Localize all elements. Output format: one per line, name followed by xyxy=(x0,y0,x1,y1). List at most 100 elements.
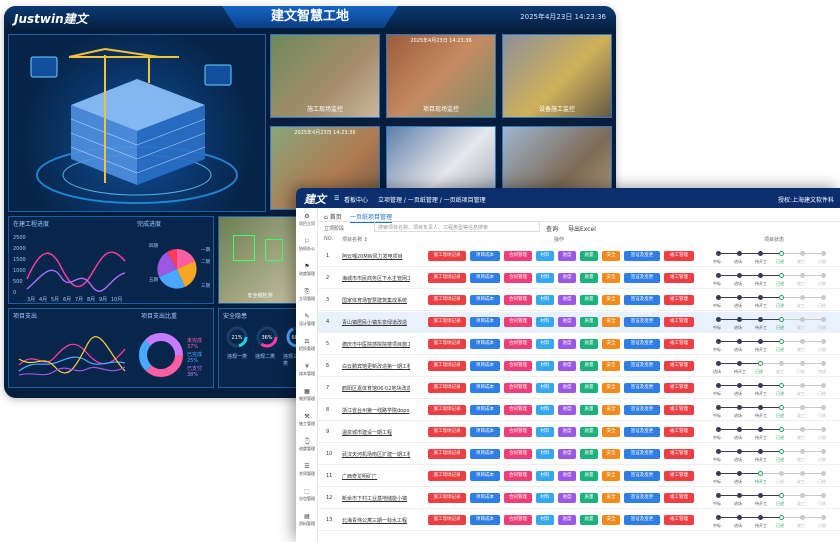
row-action-button[interactable]: 合同管理 xyxy=(504,361,532,371)
row-action-button[interactable]: 材料 xyxy=(536,427,554,437)
row-action-button[interactable]: 质量 xyxy=(580,405,598,415)
table-row[interactable]: 13 北海青伟公寓三期一标水工程 施工现场记录 项目成本 合同管理 材料 进度 质量 安全 签证及… xyxy=(318,510,840,531)
project-name-link[interactable]: 武汉天河机场南区扩建一期工程 xyxy=(342,451,410,458)
row-action-button[interactable]: 项目成本 xyxy=(470,383,500,393)
project-name-link[interactable]: 青山镇居民小镇东泉绿道改造 xyxy=(342,319,410,326)
project-name-link[interactable]: 北海青伟公寓三期一标水工程 xyxy=(342,517,410,524)
sidebar-item[interactable]: ⬚ 分包管理 xyxy=(296,489,318,502)
row-action-button[interactable]: 材料 xyxy=(536,493,554,503)
row-action-button[interactable]: 项目成本 xyxy=(470,493,500,503)
row-action-button[interactable]: 签证及变更 xyxy=(624,449,660,459)
row-action-button[interactable]: 材料 xyxy=(536,515,554,525)
row-action-button[interactable]: 签证及变更 xyxy=(624,317,660,327)
row-action-button[interactable]: 竣工管理 xyxy=(664,295,694,305)
row-action-button[interactable]: 质量 xyxy=(580,493,598,503)
row-action-button[interactable]: 签证及变更 xyxy=(624,295,660,305)
col-name[interactable]: 项目名称 ↕ xyxy=(342,236,368,243)
table-row[interactable]: 3 国家体育场智慧建筑集成系统 施工现场记录 项目成本 合同管理 材料 进度 质量 安全 签证及变… xyxy=(318,290,840,311)
row-action-button[interactable]: 竣工管理 xyxy=(664,251,694,261)
sidebar-item[interactable]: ⌚ 进度管理 xyxy=(296,439,318,452)
row-action-button[interactable]: 施工现场记录 xyxy=(428,383,466,393)
table-row[interactable]: 10 武汉天河机场南区扩建一期工程 施工现场记录 项目成本 合同管理 材料 进度 质量 安全 签证… xyxy=(318,444,840,465)
row-action-button[interactable]: 合同管理 xyxy=(504,515,532,525)
table-row[interactable]: 4 青山镇居民小镇东泉绿道改造 施工现场记录 项目成本 合同管理 材料 进度 质量 安全 签证及变… xyxy=(318,312,840,333)
row-action-button[interactable]: 质量 xyxy=(580,251,598,261)
sidebar-item[interactable]: ⚙ 项目立项 xyxy=(296,214,318,227)
row-action-button[interactable]: 项目成本 xyxy=(470,427,500,437)
row-action-button[interactable]: 合同管理 xyxy=(504,471,532,481)
row-action-button[interactable]: 材料 xyxy=(536,361,554,371)
row-action-button[interactable]: 施工现场记录 xyxy=(428,317,466,327)
project-name-link[interactable]: 国家体育场智慧建筑集成系统 xyxy=(342,297,410,304)
row-action-button[interactable]: 施工现场记录 xyxy=(428,515,466,525)
row-action-button[interactable]: 施工现场记录 xyxy=(428,493,466,503)
sidebar-item[interactable]: ⎘ 立项管理 xyxy=(296,289,318,302)
row-action-button[interactable]: 材料 xyxy=(536,317,554,327)
row-action-button[interactable]: 进度 xyxy=(558,493,576,503)
row-action-button[interactable]: 施工现场记录 xyxy=(428,361,466,371)
row-action-button[interactable]: 项目成本 xyxy=(470,273,500,283)
row-action-button[interactable]: 签证及变更 xyxy=(624,515,660,525)
row-action-button[interactable]: 进度 xyxy=(558,515,576,525)
row-action-button[interactable]: 进度 xyxy=(558,405,576,415)
row-action-button[interactable]: 材料 xyxy=(536,449,554,459)
row-action-button[interactable]: 安全 xyxy=(602,295,620,305)
search-input[interactable]: 搜索项目名称、项目负责人、工程类型等信息搜索 xyxy=(374,221,540,232)
row-action-button[interactable]: 签证及变更 xyxy=(624,251,660,261)
row-action-button[interactable]: 签证及变更 xyxy=(624,493,660,503)
menu-icon[interactable]: ☰ xyxy=(334,195,339,202)
row-action-button[interactable]: 项目成本 xyxy=(470,471,500,481)
row-action-button[interactable]: 安全 xyxy=(602,493,620,503)
row-action-button[interactable]: 质量 xyxy=(580,295,598,305)
row-action-button[interactable]: 施工现场记录 xyxy=(428,295,466,305)
table-row[interactable]: 1 阿云嘎20MW风力发电项目 施工现场记录 项目成本 合同管理 材料 进度 质量 安全 签证及变… xyxy=(318,246,840,267)
row-action-button[interactable]: 签证及变更 xyxy=(624,471,660,481)
row-action-button[interactable]: 竣工管理 xyxy=(664,361,694,371)
row-action-button[interactable]: 签证及变更 xyxy=(624,383,660,393)
table-row[interactable]: 6 白云鹏宾馆更新改造第一期工程 施工现场记录 项目成本 合同管理 材料 进度 质量 安全 签证及… xyxy=(318,356,840,377)
row-action-button[interactable]: 合同管理 xyxy=(504,383,532,393)
export-excel-button[interactable]: 导出Excel xyxy=(568,224,596,233)
row-action-button[interactable]: 竣工管理 xyxy=(664,383,694,393)
row-action-button[interactable]: 竣工管理 xyxy=(664,493,694,503)
row-action-button[interactable]: 进度 xyxy=(558,427,576,437)
table-row[interactable]: 2 海城市市民商务区下水主管网工程 施工现场记录 项目成本 合同管理 材料 进度 质量 安全 签证… xyxy=(318,268,840,289)
project-name-link[interactable]: 德庆市中医院感院院楼项目施工 xyxy=(342,341,410,348)
filter-stage-label[interactable]: 立项阶段 xyxy=(324,225,344,232)
query-button[interactable]: 查询 xyxy=(546,224,558,233)
sidebar-item[interactable]: ⚑ 进度管理 xyxy=(296,264,318,277)
sidebar-item[interactable]: ▤ 资料管理 xyxy=(296,514,318,527)
row-action-button[interactable]: 材料 xyxy=(536,273,554,283)
row-action-button[interactable]: 合同管理 xyxy=(504,251,532,261)
row-action-button[interactable]: 合同管理 xyxy=(504,493,532,503)
row-action-button[interactable]: 材料 xyxy=(536,405,554,415)
row-action-button[interactable]: 进度 xyxy=(558,383,576,393)
sidebar-item[interactable]: ⚖ 招投管理 xyxy=(296,339,318,352)
row-action-button[interactable]: 项目成本 xyxy=(470,339,500,349)
row-action-button[interactable]: 施工现场记录 xyxy=(428,251,466,261)
row-action-button[interactable]: 安全 xyxy=(602,471,620,481)
row-action-button[interactable]: 安全 xyxy=(602,251,620,261)
sidebar-item[interactable]: ⚒ 施工管理 xyxy=(296,414,318,427)
sidebar-item[interactable]: ¥ 成本管理 xyxy=(296,364,318,377)
row-action-button[interactable]: 施工现场记录 xyxy=(428,471,466,481)
row-action-button[interactable]: 进度 xyxy=(558,339,576,349)
row-action-button[interactable]: 项目成本 xyxy=(470,317,500,327)
row-action-button[interactable]: 安全 xyxy=(602,273,620,283)
sidebar-item[interactable]: ✎ 设计管理 xyxy=(296,314,318,327)
row-action-button[interactable]: 项目成本 xyxy=(470,361,500,371)
table-row[interactable]: 9 温泉城市建设一期工程 施工现场记录 项目成本 合同管理 材料 进度 质量 安全 签证及变更 竣工… xyxy=(318,422,840,443)
table-row[interactable]: 5 德庆市中医院感院院楼项目施工 施工现场记录 项目成本 合同管理 材料 进度 质量 安全 签证及… xyxy=(318,334,840,355)
row-action-button[interactable]: 进度 xyxy=(558,317,576,327)
sidebar-item[interactable]: ☰ 合同管理 xyxy=(296,464,318,477)
row-action-button[interactable]: 竣工管理 xyxy=(664,339,694,349)
row-action-button[interactable]: 安全 xyxy=(602,383,620,393)
row-action-button[interactable]: 安全 xyxy=(602,405,620,415)
row-action-button[interactable]: 材料 xyxy=(536,251,554,261)
row-action-button[interactable]: 签证及变更 xyxy=(624,361,660,371)
project-name-link[interactable]: 新余市下村工业基地储能小镇 xyxy=(342,495,410,502)
row-action-button[interactable]: 施工现场记录 xyxy=(428,427,466,437)
row-action-button[interactable]: 项目成本 xyxy=(470,449,500,459)
row-action-button[interactable]: 竣工管理 xyxy=(664,317,694,327)
row-action-button[interactable]: 质量 xyxy=(580,317,598,327)
